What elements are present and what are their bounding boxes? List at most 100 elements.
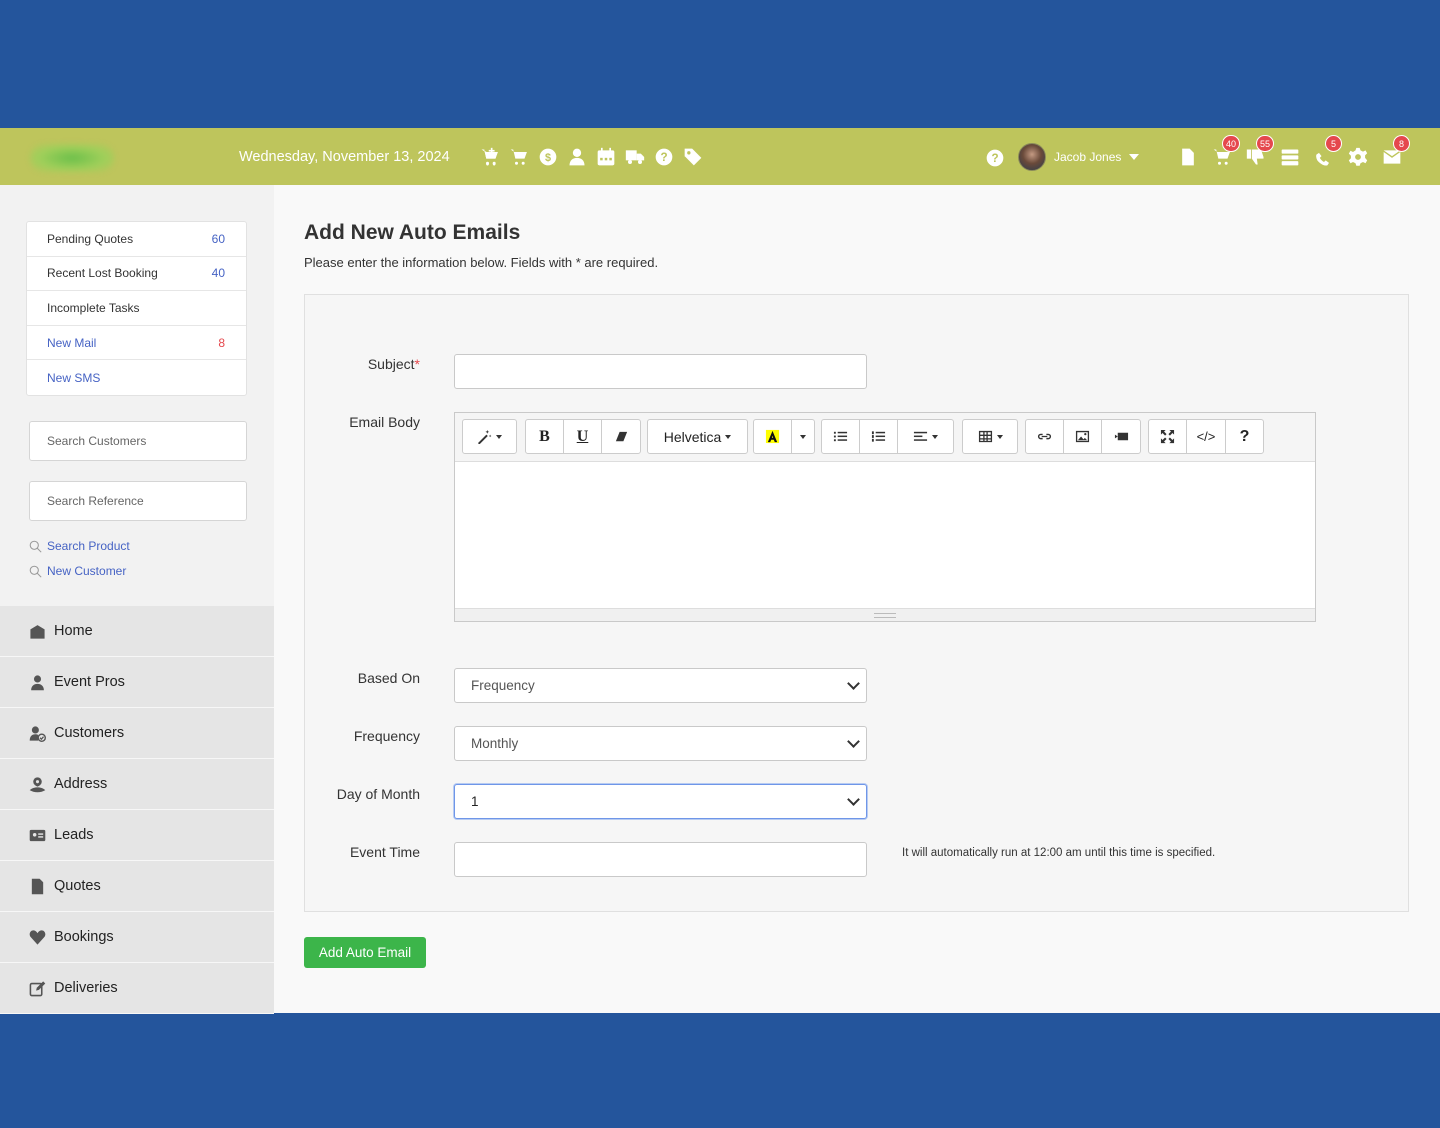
page-subtitle: Please enter the information below. Fiel… (304, 255, 659, 270)
nav-label: Quotes (54, 878, 101, 894)
chevron-down-icon (847, 677, 860, 690)
quick-list-label: Incomplete Tasks (47, 300, 140, 315)
day-of-month-value: 1 (471, 794, 479, 809)
help-icon[interactable]: ? (652, 145, 675, 168)
link-button[interactable] (1026, 420, 1064, 453)
email-body-textarea[interactable] (455, 462, 1315, 608)
video-icon (1114, 432, 1128, 441)
user-icon (31, 674, 44, 690)
text-color-button[interactable] (754, 420, 792, 453)
subject-label: Subject* (305, 356, 420, 372)
magic-wand-icon (477, 429, 492, 444)
help-circle-icon[interactable]: ? (983, 146, 1006, 169)
quick-list-new-mail[interactable]: New Mail 8 (27, 326, 246, 361)
search-reference-input[interactable] (29, 481, 247, 521)
quick-list-incomplete-tasks[interactable]: Incomplete Tasks (27, 291, 246, 326)
quick-actions: $ ? (478, 145, 704, 168)
chevron-down-icon (496, 434, 502, 439)
misc-group: </> ? (1148, 419, 1264, 454)
quick-list-recent-lost-booking[interactable]: Recent Lost Booking 40 (27, 257, 246, 292)
calendar-icon[interactable] (594, 145, 617, 168)
insert-group (1025, 419, 1141, 454)
help-button[interactable]: ? (1226, 420, 1263, 453)
gear-icon[interactable] (1346, 145, 1369, 168)
day-of-month-select[interactable]: 1 (454, 784, 867, 819)
logo[interactable] (30, 144, 114, 172)
required-mark: * (414, 356, 420, 372)
user-name: Jacob Jones (1054, 150, 1122, 164)
email-body-label: Email Body (349, 414, 420, 430)
user-menu[interactable]: Jacob Jones (1018, 143, 1140, 171)
numbered-list-icon (871, 431, 886, 442)
dollar-icon[interactable]: $ (536, 145, 559, 168)
quick-list-pending-quotes[interactable]: Pending Quotes 60 (27, 222, 246, 257)
nav-deliveries[interactable]: Deliveries (0, 963, 274, 1014)
thumbs-down-icon[interactable]: 55 (1244, 135, 1274, 168)
unordered-list-button[interactable] (822, 420, 860, 453)
chevron-down-icon (847, 735, 860, 748)
font-family-label: Helvetica (663, 428, 722, 445)
day-of-month-label: Day of Month (336, 786, 420, 802)
editor-resize-handle[interactable] (455, 608, 1315, 621)
nav-label: Leads (54, 827, 94, 843)
mail-icon[interactable]: 8 (1380, 135, 1410, 168)
quick-list-new-sms[interactable]: New SMS (27, 360, 246, 395)
frequency-select[interactable]: Monthly (454, 726, 867, 761)
clear-format-button[interactable] (602, 420, 640, 453)
code-view-button[interactable]: </> (1187, 420, 1226, 453)
chevron-down-icon (932, 434, 938, 439)
nav-leads[interactable]: Leads (0, 810, 274, 861)
font-group: Helvetica (647, 419, 748, 454)
fullscreen-button[interactable] (1149, 420, 1187, 453)
add-auto-email-button[interactable]: Add Auto Email (304, 937, 426, 968)
cart-plus-icon[interactable] (478, 145, 501, 168)
document-icon[interactable] (1176, 145, 1199, 168)
alerts-badge: 55 (1255, 135, 1274, 152)
search-icon (29, 540, 42, 553)
table-icon (978, 430, 992, 443)
nav-address[interactable]: Address (0, 759, 274, 810)
avatar (1018, 143, 1046, 171)
nav-label: Bookings (54, 929, 114, 945)
heart-icon (29, 929, 46, 945)
table-button[interactable] (963, 420, 1017, 453)
event-time-input[interactable] (454, 842, 867, 877)
new-customer-link[interactable]: New Customer (29, 564, 126, 578)
subject-input[interactable] (454, 354, 867, 389)
notification-icons: 40 55 5 8 (1176, 135, 1410, 168)
main-nav: Home Event Pros Customers Address Leads … (0, 606, 274, 1014)
style-group (462, 419, 517, 454)
nav-home[interactable]: Home (0, 606, 274, 657)
cart-icon[interactable] (507, 145, 530, 168)
chevron-down-icon (847, 793, 860, 806)
underline-button[interactable]: U (564, 420, 602, 453)
ordered-list-button[interactable] (860, 420, 898, 453)
auto-email-form: Subject* Email Body B U Helvetica </> ? … (304, 294, 1409, 912)
based-on-label: Based On (357, 670, 420, 686)
page-title: Add New Auto Emails (304, 221, 521, 244)
nav-bookings[interactable]: Bookings (0, 912, 274, 963)
svg-text:?: ? (991, 152, 998, 165)
list-icon[interactable] (1278, 145, 1301, 168)
nav-quotes[interactable]: Quotes (0, 861, 274, 912)
tag-icon[interactable] (681, 145, 704, 168)
nav-customers[interactable]: Customers (0, 708, 274, 759)
color-dropdown-button[interactable] (792, 420, 814, 453)
font-family-button[interactable]: Helvetica (648, 420, 747, 453)
based-on-select[interactable]: Frequency (454, 668, 867, 703)
bold-button[interactable]: B (526, 420, 564, 453)
nav-event-pros[interactable]: Event Pros (0, 657, 274, 708)
image-button[interactable] (1064, 420, 1102, 453)
video-button[interactable] (1102, 420, 1140, 453)
event-time-hint: It will automatically run at 12:00 am un… (902, 847, 1216, 859)
search-product-link[interactable]: Search Product (29, 539, 130, 553)
quick-list-count: 40 (211, 266, 225, 281)
cart-notifications-icon[interactable]: 40 (1210, 135, 1240, 168)
magic-style-button[interactable] (463, 420, 516, 453)
header-date: Wednesday, November 13, 2024 (239, 149, 450, 165)
search-customers-input[interactable] (29, 421, 247, 461)
align-button[interactable] (898, 420, 953, 453)
truck-icon[interactable] (623, 145, 646, 168)
phone-icon[interactable]: 5 (1312, 135, 1342, 168)
user-icon[interactable] (565, 145, 588, 168)
